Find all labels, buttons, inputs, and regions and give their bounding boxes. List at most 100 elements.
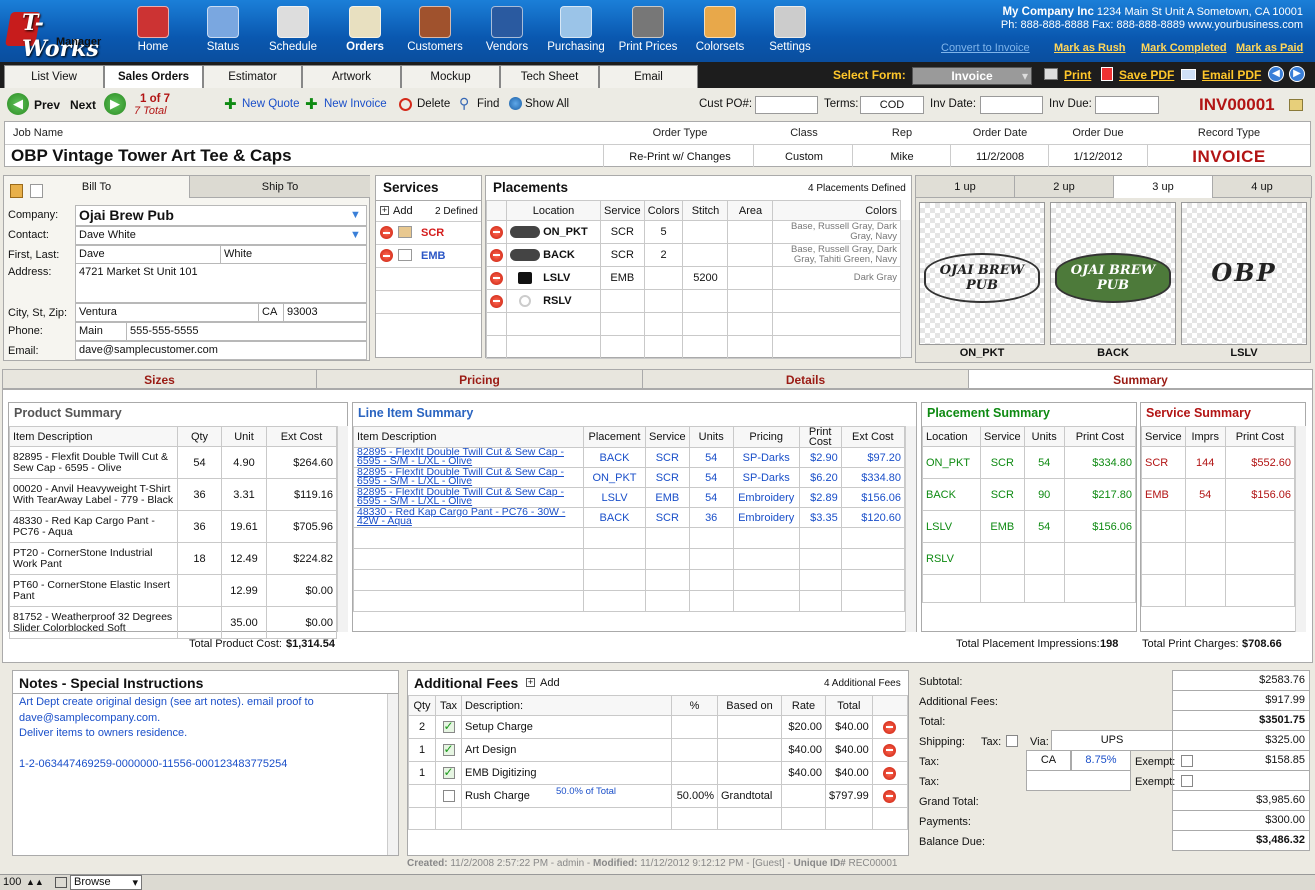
chevron-down-icon[interactable]: ▼ — [350, 209, 361, 221]
line-item-row[interactable]: 82895 - Flexfit Double Twill Cut & Sew C… — [353, 487, 906, 508]
service-row-empty[interactable] — [376, 290, 481, 313]
subtab-pricing[interactable]: Pricing — [316, 369, 643, 389]
fee-tax-checkbox[interactable] — [442, 742, 455, 757]
remove-icon[interactable] — [490, 248, 503, 262]
fee-pct[interactable] — [671, 761, 718, 785]
mockup-image[interactable]: OJAI BREW PUB — [919, 202, 1045, 345]
fee-rate[interactable]: $40.00 — [781, 761, 826, 785]
fee-pct[interactable] — [671, 738, 718, 762]
class-field[interactable]: Custom — [755, 151, 853, 163]
notes-scrollbar[interactable] — [387, 694, 398, 855]
fee-desc[interactable]: Art Design — [465, 744, 516, 756]
inv-due-input[interactable] — [1095, 96, 1159, 114]
service-summary-row-empty[interactable] — [1141, 542, 1296, 575]
mark-as-rush-link[interactable]: Mark as Rush — [1054, 42, 1126, 54]
service-summary-row[interactable]: EMB 54 $156.06 — [1141, 478, 1296, 511]
fee-based-on[interactable] — [717, 738, 782, 762]
placements-scrollbar[interactable] — [900, 220, 911, 357]
preview-tab-4up[interactable]: 4 up — [1213, 176, 1312, 198]
terms-input[interactable]: COD — [860, 96, 924, 114]
print-link[interactable]: Print — [1064, 68, 1091, 82]
first-name-field[interactable]: Dave — [75, 245, 221, 264]
fee-qty[interactable]: 1 — [408, 761, 436, 785]
line-item-row-empty[interactable] — [353, 590, 906, 612]
fee-rate[interactable]: $20.00 — [781, 715, 826, 739]
toolbar-print-prices-button[interactable]: Print Prices — [613, 4, 683, 60]
state-field[interactable]: CA — [258, 303, 284, 322]
add-icon[interactable]: + — [380, 206, 389, 215]
preview-tab-1up[interactable]: 1 up — [916, 176, 1015, 198]
fee-row[interactable]: 1 EMB Digitizing $40.00 $40.00 — [408, 761, 909, 785]
chevron-down-icon[interactable]: ▼ — [350, 229, 361, 241]
placement-row[interactable]: BACK SCR 2 Base, Russell Gray, Dark Gray… — [486, 243, 901, 267]
add-service-button[interactable]: Add — [393, 205, 413, 217]
mockup-image[interactable]: OJAI BREW PUB — [1050, 202, 1176, 345]
tax-exempt-checkbox[interactable] — [1181, 755, 1193, 767]
fee-based-on[interactable]: Grandtotal — [717, 784, 782, 808]
toolbar-home-button[interactable]: Home — [118, 4, 188, 60]
service-summary-row[interactable]: SCR 144 $552.60 — [1141, 446, 1296, 479]
remove-icon[interactable] — [490, 294, 503, 308]
product-row[interactable]: 00020 - Anvil Heavyweight T-Shirt With T… — [9, 478, 337, 511]
prev-arrow-icon[interactable]: ◀ — [7, 93, 29, 115]
new-quote-button[interactable]: New Quote — [242, 98, 300, 110]
fee-qty[interactable]: 2 — [408, 715, 436, 739]
tab-mockup[interactable]: Mockup — [401, 65, 500, 88]
line-item-row-empty[interactable] — [353, 569, 906, 591]
tab-estimator[interactable]: Estimator — [203, 65, 302, 88]
fee-pct[interactable]: 50.00% — [671, 784, 718, 808]
remove-icon[interactable] — [380, 226, 393, 239]
placement-row[interactable]: RSLV — [486, 289, 901, 313]
preview-tab-3up[interactable]: 3 up — [1114, 176, 1213, 198]
fee-qty[interactable]: 1 — [408, 738, 436, 762]
line-item-row[interactable]: 82895 - Flexfit Double Twill Cut & Sew C… — [353, 467, 906, 488]
placement-row[interactable]: ON_PKT SCR 5 Base, Russell Gray, Dark Gr… — [486, 220, 901, 244]
phone-type-field[interactable]: Main — [75, 322, 127, 341]
product-scrollbar[interactable] — [337, 426, 348, 632]
remove-icon[interactable] — [380, 249, 393, 262]
fee-rate[interactable]: $40.00 — [781, 738, 826, 762]
last-name-field[interactable]: White — [220, 245, 367, 264]
service-row-empty[interactable] — [376, 267, 481, 290]
convert-to-invoice-link[interactable]: Convert to Invoice — [941, 42, 1030, 54]
preview-tab-2up[interactable]: 2 up — [1015, 176, 1114, 198]
via-field[interactable]: UPS — [1051, 730, 1173, 751]
folder-icon[interactable] — [1289, 99, 1303, 111]
tab-list-view[interactable]: List View — [4, 65, 104, 88]
toolbar-orders-button[interactable]: Orders — [330, 4, 400, 60]
remove-icon[interactable] — [883, 766, 897, 780]
find-button[interactable]: Find — [477, 98, 499, 110]
tab-tech-sheet[interactable]: Tech Sheet — [500, 65, 599, 88]
service-summary-row-empty[interactable] — [1141, 574, 1296, 607]
product-row[interactable]: 82895 - Flexfit Double Twill Cut & Sew C… — [9, 446, 337, 479]
line-item-row[interactable]: 48330 - Red Kap Cargo Pant - PC76 - 30W … — [353, 507, 906, 528]
toolbar-colorsets-button[interactable]: Colorsets — [685, 4, 755, 60]
city-field[interactable]: Ventura — [75, 303, 259, 322]
placement-row-empty[interactable] — [486, 312, 901, 336]
line-item-row-empty[interactable] — [353, 548, 906, 570]
fee-based-on[interactable] — [717, 715, 782, 739]
order-type-field[interactable]: Re-Print w/ Changes — [605, 151, 755, 163]
tax2-field[interactable] — [1026, 770, 1131, 791]
next-button[interactable]: Next — [70, 98, 96, 112]
inv-date-input[interactable] — [980, 96, 1043, 114]
fee-based-on[interactable] — [717, 761, 782, 785]
save-pdf-link[interactable]: Save PDF — [1119, 68, 1174, 82]
toolbar-customers-button[interactable]: Customers — [400, 4, 470, 60]
payments-value[interactable]: $300.00 — [1172, 810, 1310, 831]
email-icon[interactable] — [1181, 69, 1196, 80]
printer-icon[interactable] — [1044, 68, 1058, 80]
service-row[interactable]: EMB — [376, 244, 481, 267]
service-scrollbar[interactable] — [1295, 426, 1306, 632]
rep-field[interactable]: Mike — [853, 151, 951, 163]
product-row[interactable]: PT20 - CornerStone Industrial Work Pant … — [9, 542, 337, 575]
remove-icon[interactable] — [883, 743, 897, 757]
new-invoice-button[interactable]: New Invoice — [324, 98, 387, 110]
line-item-row-empty[interactable] — [353, 527, 906, 549]
toolbar-purchasing-button[interactable]: Purchasing — [541, 4, 611, 60]
fee-row[interactable]: 1 Art Design $40.00 $40.00 — [408, 738, 909, 762]
ship-to-tab[interactable]: Ship To — [189, 176, 370, 198]
fee-pct[interactable] — [671, 715, 718, 739]
fee-desc[interactable]: Setup Charge — [465, 721, 533, 733]
tab-artwork[interactable]: Artwork — [302, 65, 401, 88]
